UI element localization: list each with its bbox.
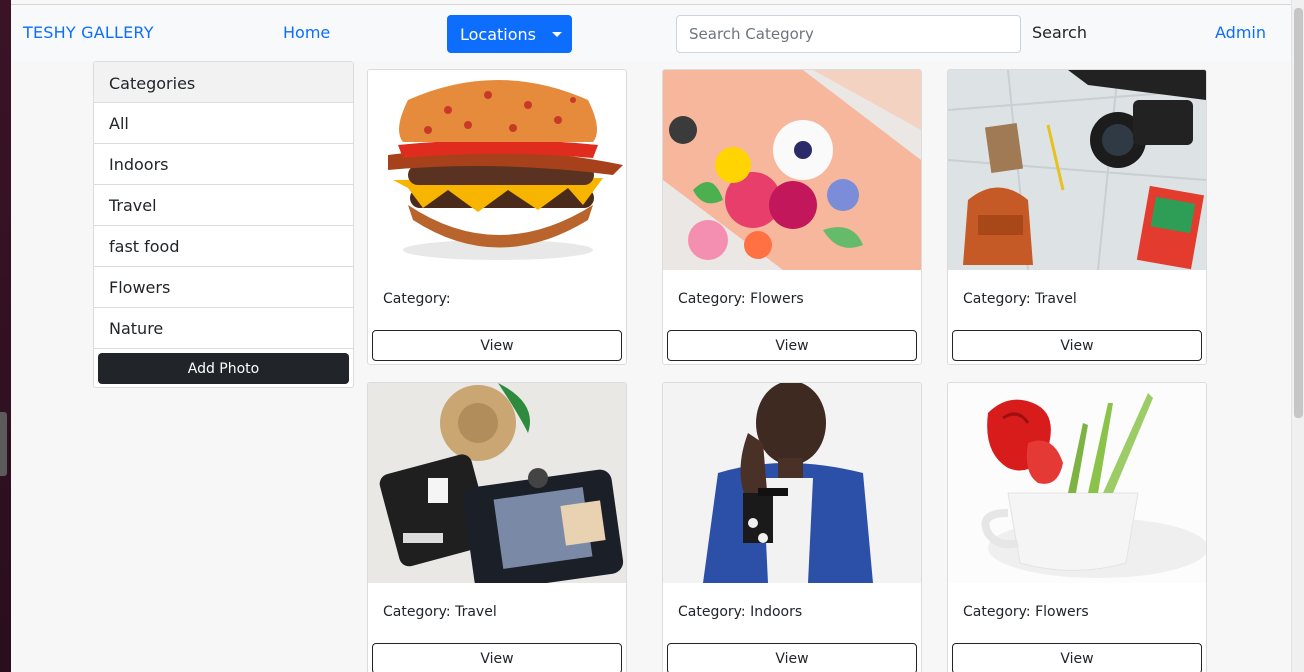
- flower-bouquet-photo[interactable]: [663, 70, 921, 270]
- card-category-label: Category: Travel: [383, 604, 497, 620]
- brand-link[interactable]: TESHY GALLERY: [23, 23, 154, 42]
- caret-down-icon: [552, 31, 562, 37]
- view-button[interactable]: View: [372, 643, 622, 672]
- locations-label: Locations: [460, 24, 537, 44]
- photo-card: Category: Indoors View: [662, 382, 922, 672]
- photo-card: Category: View: [367, 69, 627, 365]
- photo-card: Category: Travel View: [947, 69, 1207, 365]
- portrait-photo[interactable]: [663, 383, 921, 583]
- suitcase-packing-photo[interactable]: [368, 383, 626, 583]
- card-category-label: Category:: [383, 291, 451, 307]
- nav-home-link[interactable]: Home: [283, 23, 330, 42]
- view-button[interactable]: View: [372, 330, 622, 361]
- category-item-indoors[interactable]: Indoors: [94, 144, 353, 185]
- search-button[interactable]: Search: [1032, 23, 1087, 42]
- card-category-label: Category: Flowers: [963, 604, 1089, 620]
- desktop-edge: [0, 0, 11, 672]
- page-scrollbar[interactable]: [1291, 0, 1304, 672]
- add-photo-button[interactable]: Add Photo: [98, 353, 349, 384]
- photo-card: Category: Flowers View: [947, 382, 1207, 672]
- search-input[interactable]: [676, 15, 1021, 53]
- view-button[interactable]: View: [952, 330, 1202, 361]
- locations-dropdown-button[interactable]: Locations: [447, 15, 572, 53]
- admin-link[interactable]: Admin: [1215, 23, 1266, 42]
- browser-viewport: TESHY GALLERY Home Locations Search Admi…: [11, 0, 1291, 672]
- scrollbar-thumb[interactable]: [1294, 8, 1303, 418]
- category-item-nature[interactable]: Nature: [94, 308, 353, 349]
- view-button[interactable]: View: [952, 643, 1202, 672]
- view-button[interactable]: View: [667, 643, 917, 672]
- category-item-all[interactable]: All: [94, 103, 353, 144]
- burger-photo[interactable]: [368, 70, 626, 270]
- view-button[interactable]: View: [667, 330, 917, 361]
- categories-header: Categories: [94, 62, 353, 103]
- category-item-flowers[interactable]: Flowers: [94, 267, 353, 308]
- categories-sidebar: Categories All Indoors Travel fast food …: [93, 61, 354, 388]
- desktop-dock-handle: [0, 412, 7, 476]
- photo-card: Category: Travel View: [367, 382, 627, 672]
- card-category-label: Category: Flowers: [678, 291, 804, 307]
- navbar: TESHY GALLERY Home Locations Search Admi…: [11, 4, 1291, 61]
- category-item-travel[interactable]: Travel: [94, 185, 353, 226]
- category-item-fast-food[interactable]: fast food: [94, 226, 353, 267]
- tulip-cup-photo[interactable]: [948, 383, 1206, 583]
- travel-map-camera-photo[interactable]: [948, 70, 1206, 270]
- card-category-label: Category: Travel: [963, 291, 1077, 307]
- photo-card: Category: Flowers View: [662, 69, 922, 365]
- card-category-label: Category: Indoors: [678, 604, 803, 620]
- locations-dropdown-toggle[interactable]: [542, 15, 572, 53]
